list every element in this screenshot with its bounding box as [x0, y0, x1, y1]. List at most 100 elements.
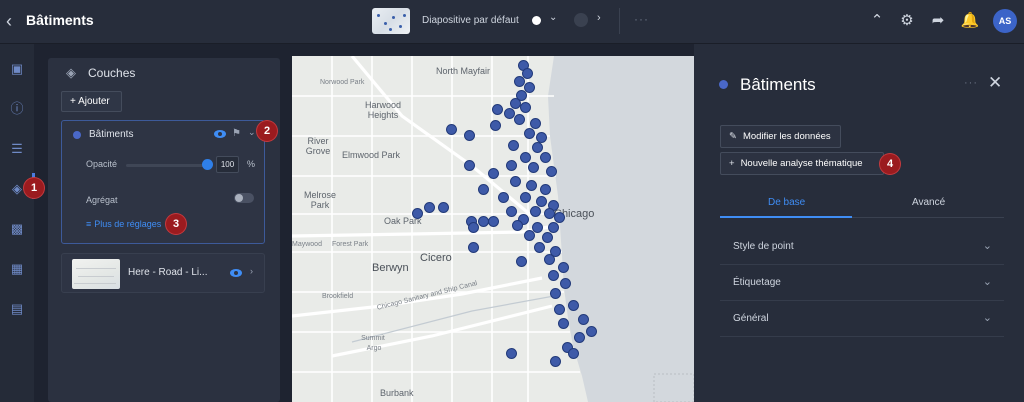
building-point[interactable] — [528, 162, 539, 173]
back-arrow-icon[interactable]: ‹ — [6, 11, 20, 31]
building-point[interactable] — [534, 242, 545, 253]
chevron-down-icon[interactable]: ⌄ — [549, 12, 557, 23]
more-settings-link[interactable]: ≡ Plus de réglages — [86, 219, 161, 229]
chevron-right-icon[interactable]: › — [597, 12, 601, 24]
building-point[interactable] — [492, 104, 503, 115]
building-point[interactable] — [558, 318, 569, 329]
opacity-slider-handle[interactable] — [202, 159, 213, 170]
building-point[interactable] — [468, 242, 479, 253]
building-point[interactable] — [506, 206, 517, 217]
building-point[interactable] — [506, 348, 517, 359]
building-point[interactable] — [530, 206, 541, 217]
building-point[interactable] — [544, 254, 555, 265]
add-layer-button[interactable]: + Ajouter — [61, 91, 122, 112]
close-icon[interactable]: ✕ — [988, 73, 1002, 93]
building-point[interactable] — [464, 130, 475, 141]
building-point[interactable] — [530, 118, 541, 129]
chevron-right-icon[interactable]: › — [250, 266, 253, 276]
avatar[interactable]: AS — [993, 9, 1017, 33]
building-point[interactable] — [506, 160, 517, 171]
tab-advanced[interactable]: Avancé — [912, 194, 945, 212]
basemap-card[interactable]: Here - Road - Li... › — [61, 253, 265, 293]
building-point[interactable] — [438, 202, 449, 213]
building-point[interactable] — [554, 212, 565, 223]
chart-icon[interactable]: ▩ — [6, 218, 28, 240]
chevron-down-icon[interactable]: ⌄ — [983, 275, 992, 288]
building-point[interactable] — [516, 256, 527, 267]
building-point[interactable] — [578, 314, 589, 325]
list-icon[interactable]: ☰ — [6, 138, 28, 160]
building-point[interactable] — [548, 270, 559, 281]
info-icon[interactable]: ⓘ — [6, 98, 28, 120]
tag-icon[interactable]: ⚑ — [232, 128, 241, 139]
section-labeling[interactable]: Étiquetage ⌄ — [720, 265, 1004, 301]
building-point[interactable] — [574, 332, 585, 343]
chevron-down-icon[interactable]: ⌄ — [248, 127, 256, 138]
building-point[interactable] — [468, 222, 479, 233]
building-point[interactable] — [540, 152, 551, 163]
building-point[interactable] — [478, 184, 489, 195]
building-point[interactable] — [508, 140, 519, 151]
aggregate-toggle[interactable] — [234, 193, 254, 203]
slide-label[interactable]: Diapositive par défaut — [422, 15, 519, 26]
building-point[interactable] — [540, 184, 551, 195]
opacity-input[interactable]: 100 — [216, 156, 239, 173]
building-point[interactable] — [520, 152, 531, 163]
building-point[interactable] — [488, 216, 499, 227]
table-icon[interactable]: ▦ — [6, 258, 28, 280]
section-point-style[interactable]: Style de point ⌄ — [720, 229, 1004, 265]
gear-icon[interactable]: ⚙ — [896, 10, 918, 32]
opacity-slider[interactable] — [126, 164, 208, 167]
more-icon[interactable]: ··· — [964, 77, 978, 89]
building-point[interactable] — [550, 288, 561, 299]
slide-indicator-dot[interactable] — [532, 16, 541, 25]
building-point[interactable] — [514, 114, 525, 125]
building-point[interactable] — [512, 220, 523, 231]
tab-basic[interactable]: De base — [768, 194, 805, 212]
building-point[interactable] — [510, 176, 521, 187]
building-point[interactable] — [536, 196, 547, 207]
building-point[interactable] — [546, 166, 557, 177]
building-point[interactable] — [488, 168, 499, 179]
building-point[interactable] — [542, 232, 553, 243]
building-point[interactable] — [554, 304, 565, 315]
building-point[interactable] — [446, 124, 457, 135]
collapse-up-icon[interactable]: ⌃ — [866, 10, 888, 32]
new-analysis-button[interactable]: + Nouvelle analyse thématique — [720, 152, 884, 175]
building-point[interactable] — [548, 222, 559, 233]
chevron-down-icon[interactable]: ⌄ — [983, 311, 992, 324]
building-point[interactable] — [560, 278, 571, 289]
building-point[interactable] — [490, 120, 501, 131]
more-icon[interactable]: ··· — [634, 12, 649, 26]
section-label: Style de point — [733, 241, 794, 252]
edit-data-button[interactable]: ✎ Modifier les données — [720, 125, 841, 148]
building-point[interactable] — [532, 142, 543, 153]
eye-icon[interactable] — [214, 130, 226, 138]
building-point[interactable] — [520, 192, 531, 203]
book-icon[interactable]: ▤ — [6, 298, 28, 320]
building-point[interactable] — [520, 102, 531, 113]
building-point[interactable] — [524, 230, 535, 241]
map-icon[interactable]: ▣ — [6, 58, 28, 80]
edit-data-label: Modifier les données — [742, 131, 831, 142]
building-point[interactable] — [550, 356, 561, 367]
building-point[interactable] — [464, 160, 475, 171]
layer-color-dot — [719, 80, 728, 89]
chevron-down-icon[interactable]: ⌄ — [983, 239, 992, 252]
map-canvas[interactable]: North Mayfair Norwood Park Harwood Heigh… — [292, 56, 694, 402]
building-point[interactable] — [568, 300, 579, 311]
bell-icon[interactable]: 🔔 — [959, 10, 981, 32]
building-point[interactable] — [524, 128, 535, 139]
section-general[interactable]: Général ⌄ — [720, 301, 1004, 337]
building-point[interactable] — [568, 348, 579, 359]
building-point[interactable] — [498, 192, 509, 203]
slide-thumbnail[interactable] — [372, 8, 410, 34]
building-point[interactable] — [558, 262, 569, 273]
share-icon[interactable]: ➦ — [927, 10, 949, 32]
building-point[interactable] — [412, 208, 423, 219]
building-point[interactable] — [586, 326, 597, 337]
building-point[interactable] — [424, 202, 435, 213]
building-point[interactable] — [526, 180, 537, 191]
eye-icon[interactable] — [230, 269, 242, 277]
layer-card-buildings[interactable]: Bâtiments ⚑ ⌄ Opacité 100 % Agrégat ≡ Plu… — [61, 120, 265, 244]
